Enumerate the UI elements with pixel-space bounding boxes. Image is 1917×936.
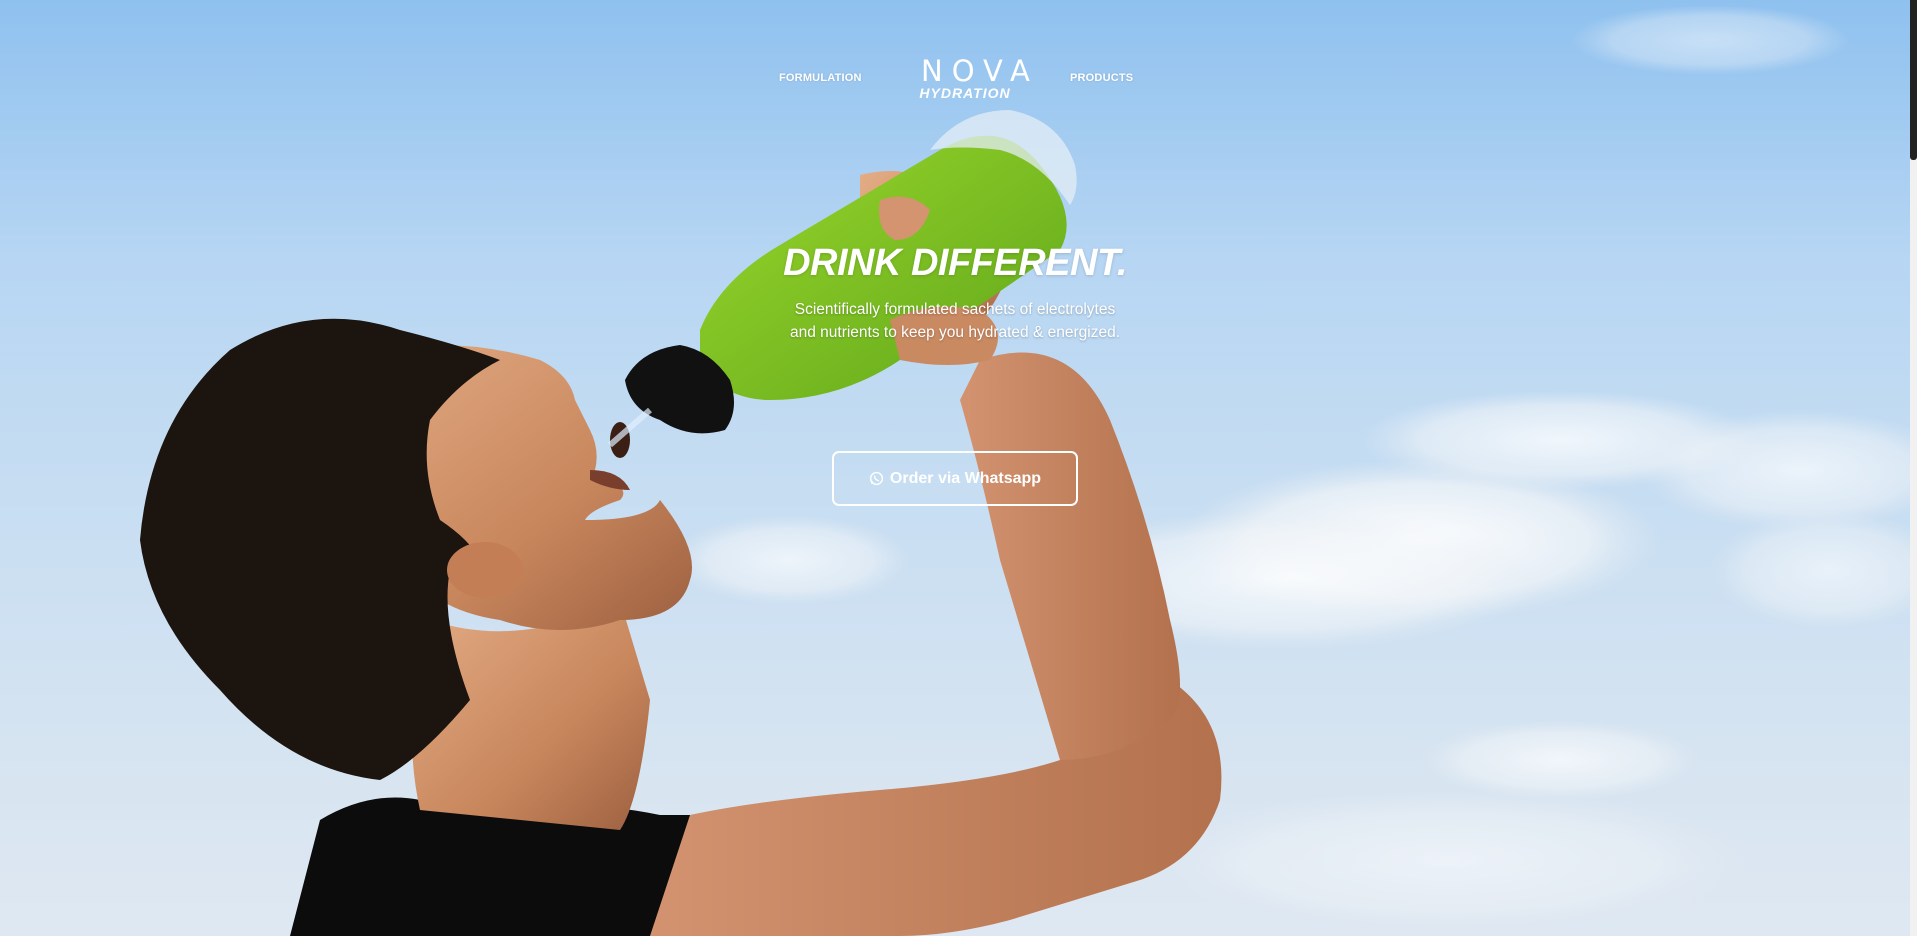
nav-link-products[interactable]: PRODUCTS <box>1070 72 1133 84</box>
order-button-label: Order via Whatsapp <box>889 469 1042 487</box>
logo-wordmark-nova: NOVA <box>921 54 1039 88</box>
logo-wordmark-hydration: HYDRATION <box>919 85 1011 101</box>
whatsapp-icon <box>869 471 884 486</box>
hair <box>140 318 500 780</box>
hero-headline: DRINK DIFFERENT. <box>783 242 1127 284</box>
hero-subtext-line-1: Scientifically formulated sachets of ele… <box>794 301 1116 318</box>
scrollbar-thumb[interactable] <box>1910 0 1917 160</box>
nova-hydration-logo[interactable]: NOVA HYDRATION <box>915 54 1039 102</box>
order-via-whatsapp-button[interactable]: Order via Whatsapp <box>832 451 1078 506</box>
scrollbar-track[interactable] <box>1910 0 1917 936</box>
hero-subtext: Scientifically formulated sachets of ele… <box>0 298 1910 344</box>
nav-link-formulation[interactable]: FORMULATION <box>779 72 862 84</box>
top-navigation: FORMULATION NOVA HYDRATION PRODUCTS <box>0 52 1910 102</box>
hero-section: FORMULATION NOVA HYDRATION PRODUCTS DRIN… <box>0 0 1910 936</box>
hero-subtext-line-2: and nutrients to keep you hydrated & ene… <box>789 324 1121 341</box>
